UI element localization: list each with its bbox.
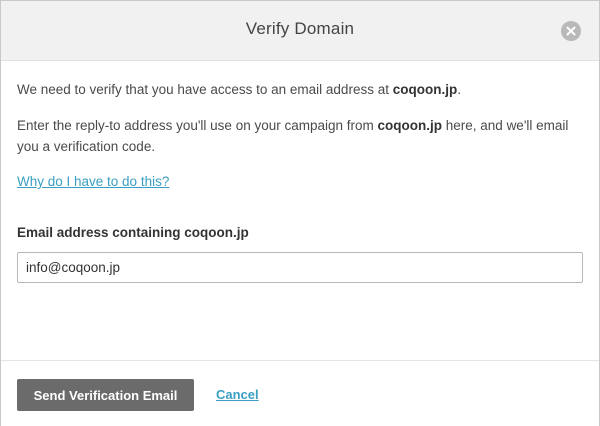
close-circle-icon [566, 26, 576, 36]
domain-name: coqoon.jp [377, 118, 443, 133]
send-verification-email-button[interactable]: Send Verification Email [17, 379, 194, 411]
email-field-label: Email address containing coqoon.jp [17, 225, 249, 240]
instruction-message-text: Enter the reply-to address you'll use on… [17, 118, 378, 133]
verify-domain-dialog: Verify Domain We need to verify that you… [0, 0, 600, 426]
access-message: We need to verify that you have access t… [17, 79, 461, 100]
cancel-link[interactable]: Cancel [216, 387, 259, 402]
dialog-footer: Send Verification Email Cancel [1, 360, 599, 426]
access-message-end: . [457, 82, 461, 97]
close-button[interactable] [561, 21, 581, 41]
email-input[interactable] [17, 252, 583, 283]
access-message-text: We need to verify that you have access t… [17, 82, 393, 97]
why-verify-link[interactable]: Why do I have to do this? [17, 174, 169, 189]
domain-name: coqoon.jp [392, 82, 458, 97]
dialog-header: Verify Domain [1, 1, 599, 61]
instruction-message: Enter the reply-to address you'll use on… [17, 115, 583, 157]
dialog-title: Verify Domain [245, 19, 355, 38]
